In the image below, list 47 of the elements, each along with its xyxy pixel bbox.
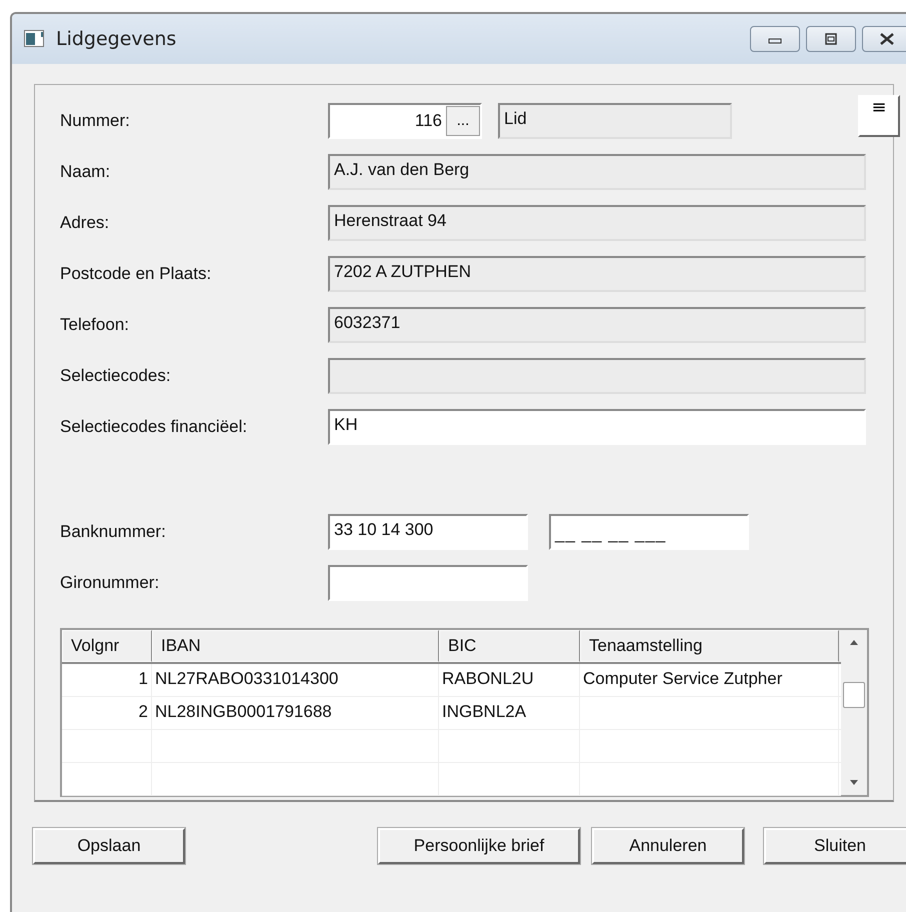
scrollbar[interactable] bbox=[841, 630, 867, 795]
table-cell: NL28INGB0001791688 bbox=[152, 697, 439, 729]
table-cell: 2 bbox=[62, 697, 152, 729]
column-header[interactable]: BIC bbox=[439, 630, 580, 662]
dialog-button[interactable]: Persoonlijke brief bbox=[378, 828, 580, 864]
field-label: Gironummer: bbox=[60, 572, 160, 592]
close-icon bbox=[878, 32, 896, 46]
field-label: Telefoon: bbox=[60, 314, 130, 334]
scroll-down-icon[interactable] bbox=[848, 779, 860, 787]
input-field: 7202 A ZUTPHEN bbox=[328, 256, 866, 292]
maximize-button[interactable] bbox=[806, 26, 856, 52]
minimize-button[interactable] bbox=[750, 26, 800, 52]
giro-number-field[interactable] bbox=[328, 564, 528, 600]
field-label: Naam: bbox=[60, 162, 112, 182]
field-label: Nummer: bbox=[60, 110, 131, 130]
dialog-button[interactable]: Annuleren bbox=[592, 828, 744, 864]
window-title: Lidgegevens bbox=[56, 28, 176, 50]
field-label: Selectiecodes financiëel: bbox=[60, 416, 248, 436]
number-field[interactable]: 116 ... bbox=[328, 102, 482, 138]
scrollbar-thumb[interactable] bbox=[843, 682, 865, 708]
table-cell: RABONL2U bbox=[439, 664, 580, 696]
input-field: Herenstraat 94 bbox=[328, 204, 866, 240]
input-field[interactable]: KH bbox=[328, 408, 866, 444]
browse-button[interactable]: ... bbox=[446, 106, 480, 136]
type-field: Lid bbox=[498, 102, 732, 138]
menu-button[interactable]: ≡ bbox=[858, 95, 900, 137]
field-label: Selectiecodes: bbox=[60, 366, 172, 386]
maximize-icon bbox=[823, 32, 839, 46]
field-label: Postcode en Plaats: bbox=[60, 264, 212, 284]
dialog-button[interactable]: Opslaan bbox=[33, 828, 185, 864]
field-label: Banknummer: bbox=[60, 522, 167, 542]
table-cell: INGBNL2A bbox=[439, 697, 580, 729]
table-cell: 1 bbox=[62, 664, 152, 696]
bank-number-field[interactable]: 33 10 14 300 bbox=[328, 514, 528, 550]
window-icon bbox=[24, 30, 46, 48]
scroll-up-icon[interactable] bbox=[848, 638, 860, 646]
input-field: 6032371 bbox=[328, 306, 866, 342]
field-label: Adres: bbox=[60, 212, 110, 232]
column-header[interactable]: Tenaamstelling bbox=[580, 630, 839, 662]
table-cell: Computer Service Zutpher bbox=[580, 664, 839, 696]
table-cell: NL27RABO0331014300 bbox=[152, 664, 439, 696]
column-header[interactable]: IBAN bbox=[152, 630, 439, 662]
masked-input-field[interactable]: __ __ __ ___ bbox=[549, 514, 749, 550]
input-field: A.J. van den Berg bbox=[328, 154, 866, 190]
dialog-button[interactable]: Sluiten bbox=[764, 828, 906, 864]
column-header[interactable]: Volgnr bbox=[62, 630, 152, 662]
close-button[interactable] bbox=[862, 26, 906, 52]
